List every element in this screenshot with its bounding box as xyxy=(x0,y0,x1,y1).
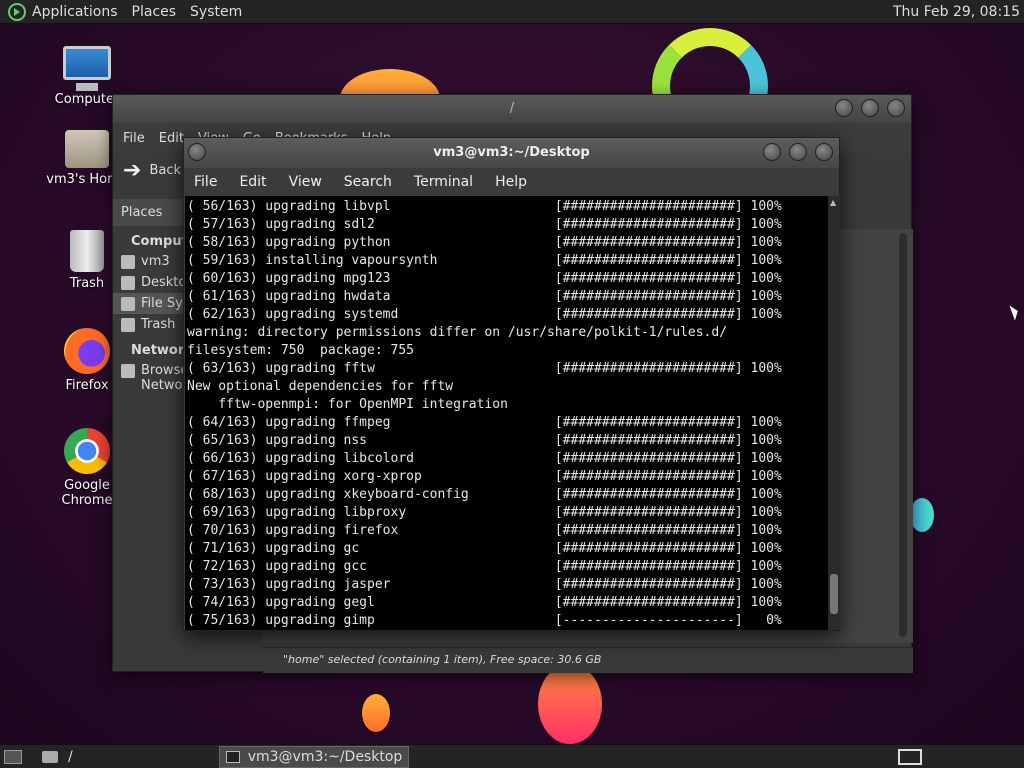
terminal-line: ( 75/163) upgrading gimp [--------------… xyxy=(187,613,782,628)
chrome-icon xyxy=(64,428,110,474)
file-manager-titlebar[interactable]: / xyxy=(113,95,911,123)
computer-icon xyxy=(63,46,111,91)
menu-terminal[interactable]: Terminal xyxy=(414,174,473,190)
wallpaper-shape xyxy=(910,498,934,532)
terminal-line: ( 67/163) upgrading xorg-xprop [########… xyxy=(187,469,782,484)
terminal-line: ( 59/163) installing vapoursynth [######… xyxy=(187,253,782,268)
show-desktop-icon[interactable] xyxy=(4,749,22,764)
panel-menu-system[interactable]: System xyxy=(190,4,242,20)
network-icon xyxy=(121,364,135,378)
terminal-menubar: File Edit View Search Terminal Help xyxy=(184,168,839,196)
terminal-icon xyxy=(225,750,240,763)
terminal-line: fftw-openmpi: for OpenMPI integration xyxy=(187,397,508,412)
home-icon xyxy=(121,255,135,269)
menu-edit[interactable]: Edit xyxy=(159,131,184,146)
distro-logo-icon[interactable] xyxy=(8,2,26,21)
workspace-switcher[interactable] xyxy=(898,749,922,765)
status-bar: "home" selected (containing 1 item), Fre… xyxy=(263,647,913,673)
back-arrow-icon: ➔ xyxy=(123,157,142,183)
sidebar-item-label: Trash xyxy=(141,317,176,332)
terminal-line: ( 57/163) upgrading sdl2 [##############… xyxy=(187,217,782,232)
maximize-button[interactable] xyxy=(861,99,879,117)
menu-view[interactable]: View xyxy=(289,174,322,190)
terminal-scrollbar[interactable]: ▲ xyxy=(828,196,840,630)
terminal-line: ( 71/163) upgrading gc [################… xyxy=(187,541,782,556)
maximize-button[interactable] xyxy=(789,143,807,161)
back-button[interactable]: ➔ Back xyxy=(123,158,181,183)
file-manager-scrollbar[interactable] xyxy=(899,233,907,637)
home-folder-icon xyxy=(65,130,109,168)
panel-clock[interactable]: Thu Feb 29, 08:15 xyxy=(893,4,1020,20)
trash-icon xyxy=(121,318,135,332)
drive-icon xyxy=(121,297,135,311)
terminal-line: ( 62/163) upgrading systemd [###########… xyxy=(187,307,782,322)
desktop-icon xyxy=(121,276,135,290)
terminal-line: ( 68/163) upgrading xkeyboard-config [##… xyxy=(187,487,782,502)
sidebar-item-label: vm3 xyxy=(141,254,170,269)
taskbar-item-file-manager[interactable]: / xyxy=(62,747,79,767)
terminal-line: ( 60/163) upgrading mpg123 [############… xyxy=(187,271,782,286)
terminal-output[interactable]: ( 56/163) upgrading libvpl [############… xyxy=(185,196,828,630)
taskbar-item-label: vm3@vm3:~/Desktop xyxy=(247,748,403,765)
terminal-line: ( 69/163) upgrading libproxy [##########… xyxy=(187,505,782,520)
menu-edit[interactable]: Edit xyxy=(239,174,266,190)
folder-icon xyxy=(42,750,58,763)
terminal-line: ( 74/163) upgrading gegl [##############… xyxy=(187,595,782,610)
terminal-line: ( 72/163) upgrading gcc [###############… xyxy=(187,559,782,574)
panel-menu-places[interactable]: Places xyxy=(132,4,177,20)
terminal-line: New optional dependencies for fftw xyxy=(187,379,454,394)
terminal-titlebar[interactable]: vm3@vm3:~/Desktop xyxy=(184,138,839,168)
terminal-line: warning: directory permissions differ on… xyxy=(187,325,728,340)
terminal-window: vm3@vm3:~/Desktop File Edit View Search … xyxy=(183,137,840,631)
menu-search[interactable]: Search xyxy=(344,174,392,190)
terminal-line: ( 66/163) upgrading libcolord [#########… xyxy=(187,451,782,466)
terminal-line: ( 64/163) upgrading ffmpeg [############… xyxy=(187,415,782,430)
menu-file[interactable]: File xyxy=(194,174,217,190)
back-label: Back xyxy=(149,162,181,178)
taskbar-item-terminal[interactable]: vm3@vm3:~/Desktop xyxy=(218,745,410,768)
scroll-thumb[interactable] xyxy=(830,574,838,614)
firefox-icon xyxy=(64,328,110,374)
terminal-line: ( 58/163) upgrading python [############… xyxy=(187,235,782,250)
minimize-button[interactable] xyxy=(835,99,853,117)
close-button[interactable] xyxy=(887,99,905,117)
menu-file[interactable]: File xyxy=(123,131,145,146)
wallpaper-shape xyxy=(362,694,390,732)
trash-icon xyxy=(70,230,104,272)
top-panel: Applications Places System Thu Feb 29, 0… xyxy=(0,0,1024,24)
terminal-line: ( 63/163) upgrading fftw [##############… xyxy=(187,361,782,376)
close-button[interactable] xyxy=(815,143,833,161)
bottom-taskbar: / vm3@vm3:~/Desktop xyxy=(0,744,1024,768)
wallpaper-shape xyxy=(538,664,602,744)
terminal-line: ( 70/163) upgrading firefox [###########… xyxy=(187,523,782,538)
window-title: / xyxy=(509,101,515,116)
terminal-line: ( 65/163) upgrading nss [###############… xyxy=(187,433,782,448)
terminal-line: ( 61/163) upgrading hwdata [############… xyxy=(187,289,782,304)
terminal-line: ( 73/163) upgrading jasper [############… xyxy=(187,577,782,592)
scroll-up-icon[interactable]: ▲ xyxy=(830,198,836,207)
terminal-line: ( 56/163) upgrading libvpl [############… xyxy=(187,199,782,214)
minimize-button[interactable] xyxy=(763,143,781,161)
panel-menu-applications[interactable]: Applications xyxy=(32,4,118,20)
terminal-line: filesystem: 750 package: 755 xyxy=(187,343,414,358)
menu-help[interactable]: Help xyxy=(495,174,527,190)
window-title: vm3@vm3:~/Desktop xyxy=(433,145,590,160)
